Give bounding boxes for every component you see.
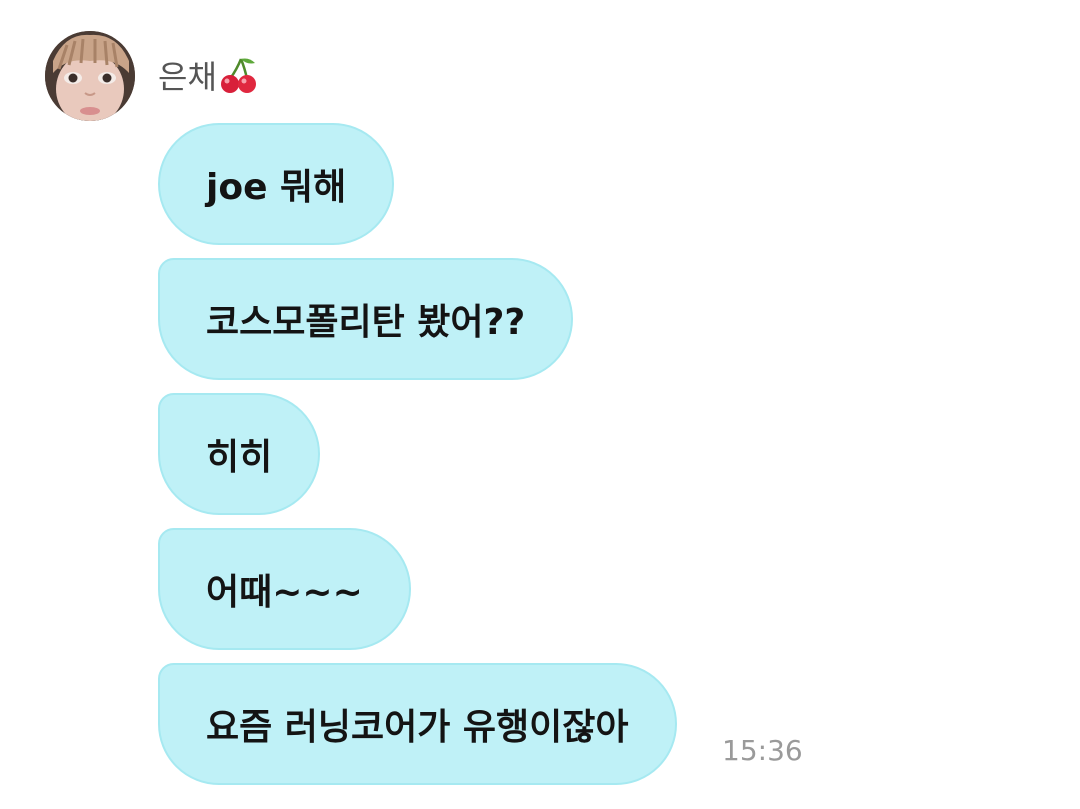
cherry-icon: [219, 55, 259, 95]
avatar[interactable]: [45, 31, 135, 121]
message-text: 요즘 러닝코어가 유행이잖아: [206, 707, 629, 748]
avatar-photo: [45, 31, 135, 121]
sender-header: 은채: [158, 52, 259, 98]
message-bubble-5[interactable]: 요즘 러닝코어가 유행이잖아: [158, 663, 677, 785]
message-timestamp: 15:36: [722, 734, 803, 767]
message-text: 히히: [206, 437, 273, 478]
message-text: joe 뭐해: [206, 167, 347, 208]
message-bubble-2[interactable]: 코스모폴리탄 봤어??: [158, 258, 574, 380]
sender-name: 은채: [158, 58, 217, 96]
message-text: 코스모폴리탄 봤어??: [206, 302, 526, 343]
message-bubble-4[interactable]: 어때~~~: [158, 528, 411, 650]
message-text: 어때~~~: [206, 572, 363, 613]
message-bubble-3[interactable]: 히히: [158, 393, 321, 515]
message-bubble-1[interactable]: joe 뭐해: [158, 123, 395, 245]
